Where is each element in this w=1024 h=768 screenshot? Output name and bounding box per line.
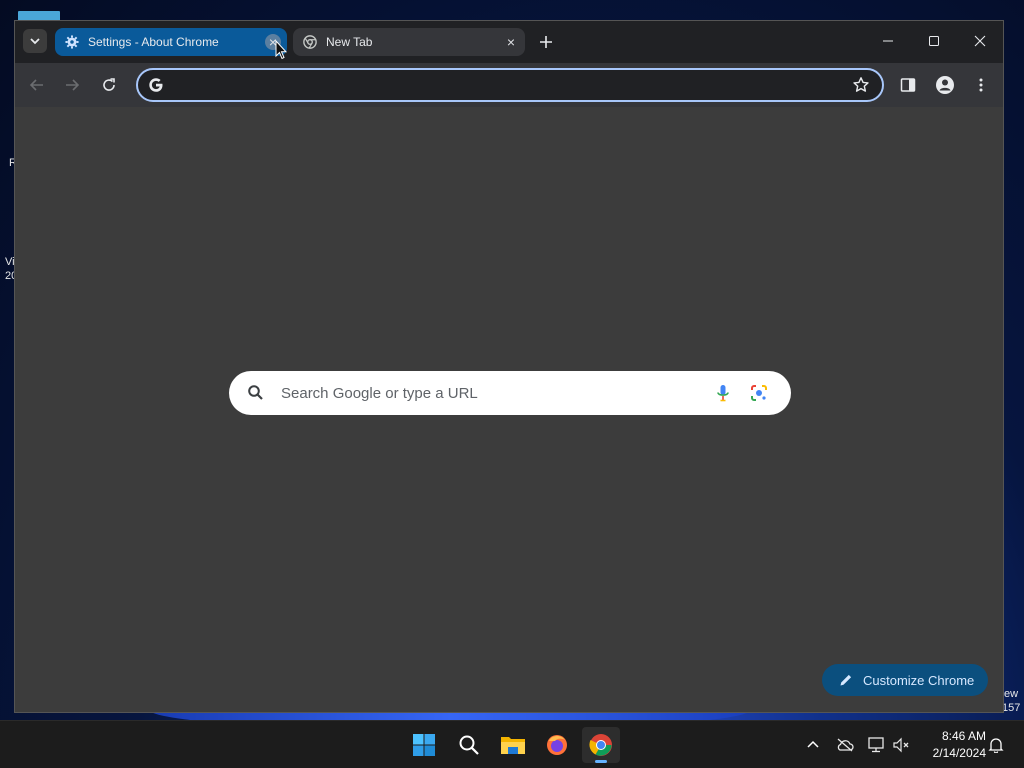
title-bar: Settings - About Chrome × New Tab × bbox=[15, 21, 1003, 63]
taskbar: 8:46 AM 2/14/2024 bbox=[0, 720, 1024, 768]
plus-icon bbox=[540, 36, 552, 48]
new-tab-button[interactable] bbox=[535, 31, 557, 53]
clock-time: 8:46 AM bbox=[941, 729, 986, 743]
microphone-icon[interactable] bbox=[713, 383, 733, 403]
minimize-icon bbox=[883, 40, 893, 42]
address-bar[interactable] bbox=[136, 68, 884, 102]
arrow-right-icon bbox=[66, 79, 80, 91]
browser-toolbar bbox=[15, 63, 1003, 107]
side-panel-button[interactable] bbox=[896, 73, 920, 97]
close-window-button[interactable] bbox=[957, 21, 1003, 61]
maximize-icon bbox=[929, 36, 939, 46]
windows-start-icon bbox=[413, 734, 435, 756]
search-icon bbox=[459, 735, 479, 755]
firefox-button[interactable] bbox=[538, 727, 576, 763]
tab-title: Settings - About Chrome bbox=[88, 35, 219, 49]
back-button[interactable] bbox=[25, 73, 49, 97]
network-icon bbox=[868, 737, 884, 753]
customize-chrome-label: Customize Chrome bbox=[863, 673, 975, 688]
tab-new-tab[interactable]: New Tab × bbox=[293, 28, 525, 56]
reload-button[interactable] bbox=[97, 73, 121, 97]
google-lens-icon[interactable] bbox=[749, 383, 769, 403]
start-button[interactable] bbox=[405, 727, 443, 763]
tab-title: New Tab bbox=[326, 35, 373, 49]
tab-settings[interactable]: Settings - About Chrome × bbox=[55, 28, 287, 56]
onedrive-tray[interactable] bbox=[835, 735, 855, 755]
new-tab-page: Search Google or type a URL Customize Ch… bbox=[15, 107, 1003, 712]
volume-muted-icon bbox=[893, 737, 909, 753]
chrome-taskbar-button[interactable] bbox=[582, 727, 620, 763]
gear-icon bbox=[65, 35, 79, 49]
arrow-left-icon bbox=[29, 79, 43, 91]
forward-button[interactable] bbox=[60, 73, 84, 97]
cloud-offline-icon bbox=[837, 738, 854, 752]
taskbar-clock[interactable]: 8:46 AM 2/14/2024 bbox=[918, 728, 986, 762]
taskbar-search-button[interactable] bbox=[450, 727, 488, 763]
pencil-icon bbox=[840, 674, 852, 686]
file-explorer-button[interactable] bbox=[494, 727, 532, 763]
file-explorer-icon bbox=[501, 737, 525, 754]
profile-icon bbox=[936, 76, 954, 94]
chrome-window: Settings - About Chrome × New Tab × Sear… bbox=[14, 20, 1004, 713]
minimize-button[interactable] bbox=[865, 21, 911, 61]
close-tab-icon[interactable]: × bbox=[503, 34, 519, 50]
firefox-icon bbox=[547, 735, 567, 755]
desktop-label-fragment: 157 bbox=[1002, 702, 1021, 714]
customize-chrome-button[interactable]: Customize Chrome bbox=[822, 664, 988, 696]
chrome-icon bbox=[589, 734, 612, 756]
bookmark-star-icon[interactable] bbox=[852, 76, 870, 94]
reload-icon bbox=[103, 78, 115, 91]
side-panel-icon bbox=[900, 78, 916, 92]
close-icon bbox=[974, 35, 986, 47]
chevron-up-icon bbox=[807, 740, 819, 748]
search-icon bbox=[248, 385, 263, 400]
show-hidden-icons-button[interactable] bbox=[803, 735, 823, 755]
chrome-icon bbox=[303, 35, 317, 49]
chrome-menu-button[interactable] bbox=[969, 73, 993, 97]
volume-tray[interactable] bbox=[892, 735, 912, 755]
active-app-indicator bbox=[595, 760, 607, 763]
google-icon bbox=[149, 78, 163, 92]
clock-date: 2/14/2024 bbox=[932, 746, 986, 760]
bell-icon bbox=[988, 738, 1004, 753]
network-tray[interactable] bbox=[867, 735, 887, 755]
chevron-down-icon bbox=[30, 38, 40, 45]
mouse-cursor-icon bbox=[275, 40, 287, 60]
notifications-button[interactable] bbox=[986, 735, 1006, 755]
desktop-label-fragment: ew bbox=[1004, 688, 1019, 700]
kebab-menu-icon bbox=[979, 78, 983, 92]
ntp-search-placeholder: Search Google or type a URL bbox=[281, 385, 478, 402]
ntp-search-box[interactable]: Search Google or type a URL bbox=[229, 371, 791, 415]
address-input[interactable] bbox=[172, 74, 832, 96]
tab-search-button[interactable] bbox=[23, 29, 47, 53]
maximize-button[interactable] bbox=[911, 21, 957, 61]
profile-button[interactable] bbox=[933, 73, 957, 97]
